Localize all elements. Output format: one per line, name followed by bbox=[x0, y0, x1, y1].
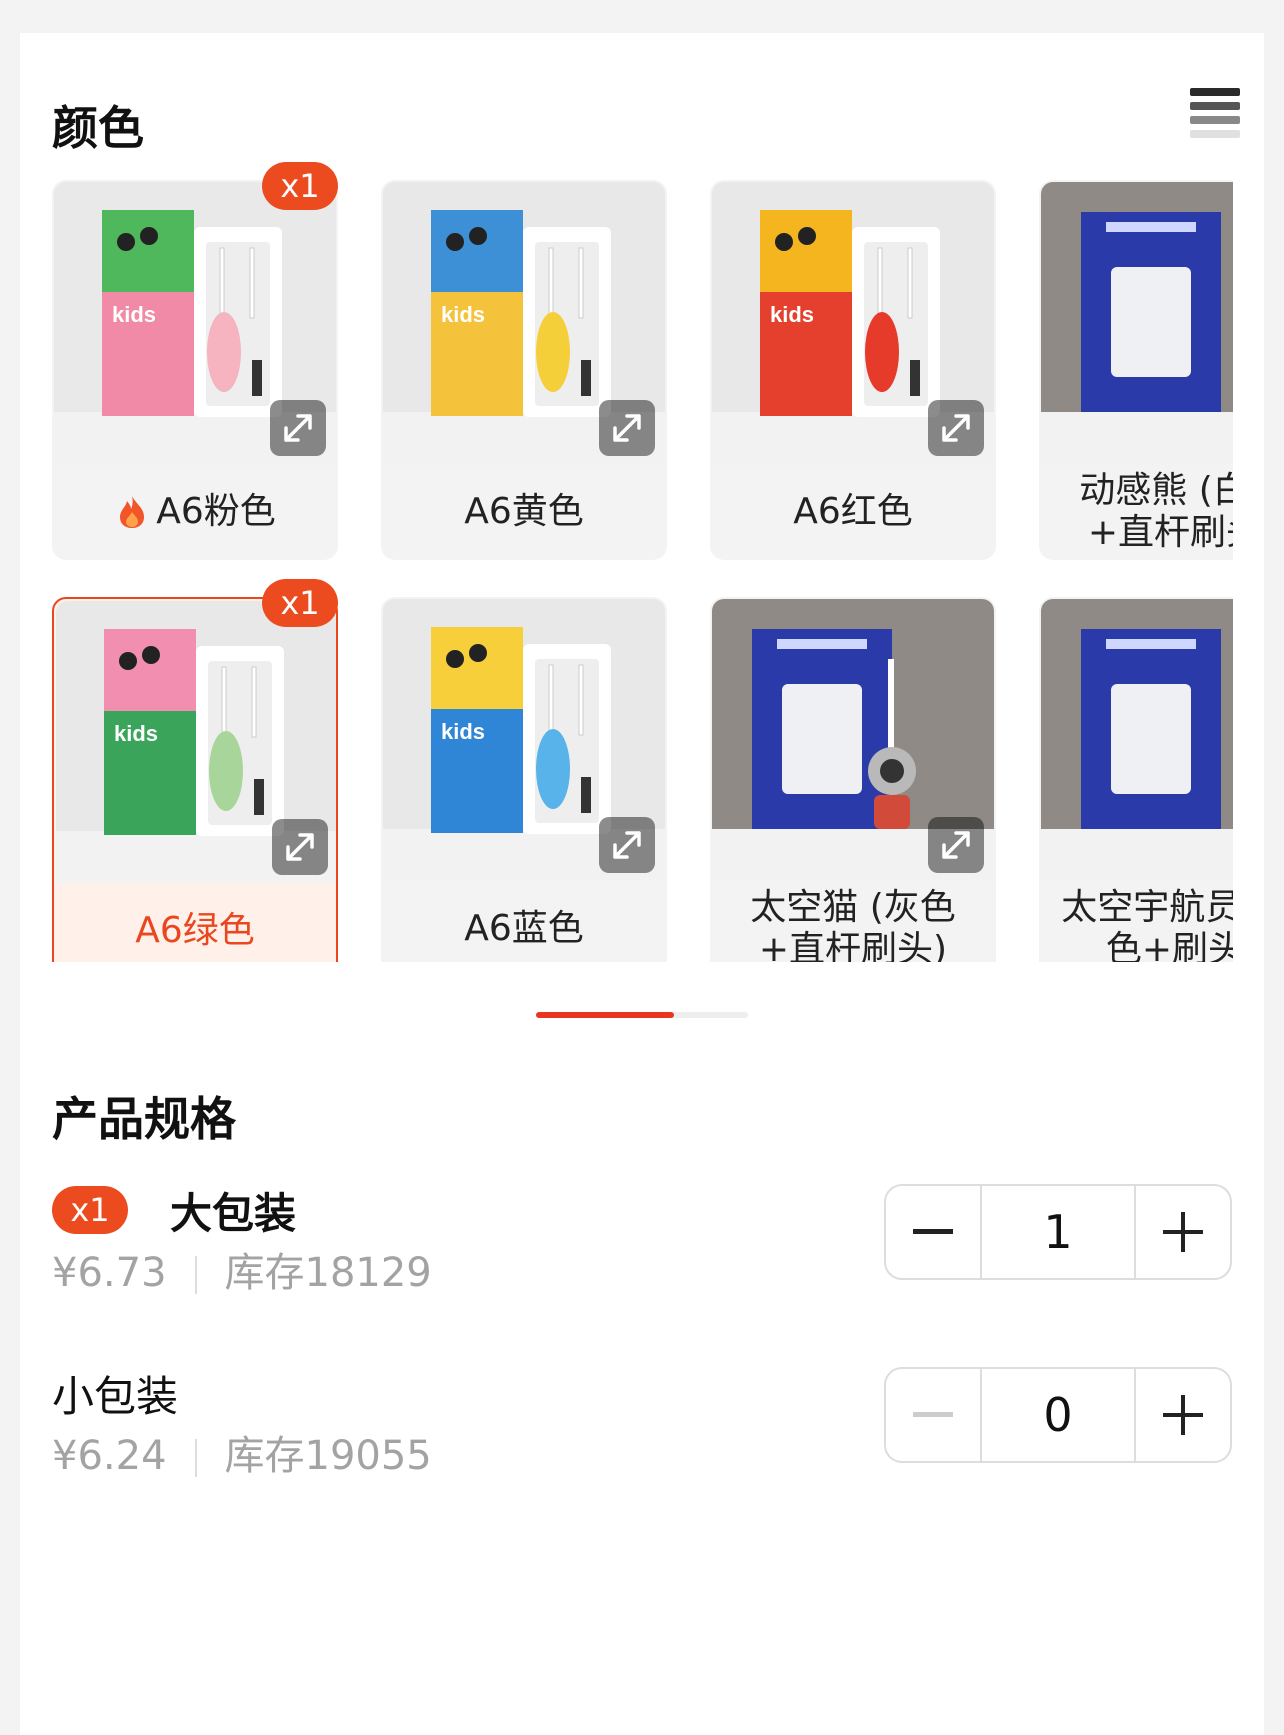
minus-icon bbox=[913, 1229, 953, 1234]
spec-stock: 库存19055 bbox=[224, 1433, 432, 1479]
product-thumbnail[interactable] bbox=[1041, 182, 1233, 464]
spec-stock: 库存18129 bbox=[224, 1250, 432, 1296]
color-option-label: A6绿色 bbox=[54, 883, 336, 962]
color-option-label: 太空猫 (灰色+直杆刷头) bbox=[710, 881, 996, 962]
decrease-button[interactable] bbox=[886, 1186, 980, 1278]
quantity-value[interactable]: 1 bbox=[980, 1186, 1136, 1278]
selected-count-badge: x1 bbox=[262, 162, 338, 210]
color-option-label-text: A6粉色 bbox=[156, 491, 276, 532]
spec-price: ¥6.73 bbox=[52, 1250, 167, 1296]
spec-quantity-badge: x1 bbox=[52, 1186, 128, 1234]
plus-icon bbox=[1163, 1395, 1203, 1435]
color-option-label: A6黄色 bbox=[381, 464, 667, 560]
decrease-button[interactable] bbox=[886, 1369, 980, 1461]
svg-text:kids: kids bbox=[441, 302, 485, 327]
product-image bbox=[1041, 599, 1233, 881]
product-thumbnail[interactable]: kids bbox=[383, 599, 665, 881]
color-option-label-text: A6红色 bbox=[793, 491, 913, 532]
plus-icon bbox=[1163, 1212, 1203, 1252]
expand-icon[interactable] bbox=[928, 817, 984, 873]
grid-scroll-indicator bbox=[536, 1012, 748, 1018]
spec-meta: ¥6.24 库存19055 bbox=[52, 1423, 432, 1481]
svg-text:kids: kids bbox=[770, 302, 814, 327]
color-option-grid[interactable]: kids A6粉色 x1 kids A6黄色 kids A6红色 动感熊 (白色+直杆刷头) k… bbox=[52, 162, 1233, 962]
color-option-card[interactable]: 太空宇航员 (白色+刷头) bbox=[1039, 597, 1233, 962]
color-option-card[interactable]: kids A6绿色 bbox=[52, 597, 338, 962]
color-option-label-text: 太空猫 (灰色+直杆刷头) bbox=[750, 887, 956, 962]
color-option-label-text: A6绿色 bbox=[135, 910, 255, 951]
expand-icon[interactable] bbox=[928, 400, 984, 456]
svg-text:kids: kids bbox=[114, 721, 158, 746]
color-section-title: 颜色 bbox=[52, 101, 144, 155]
expand-icon[interactable] bbox=[599, 400, 655, 456]
product-thumbnail[interactable]: kids bbox=[383, 182, 665, 464]
color-option-label: 动感熊 (白色+直杆刷头) bbox=[1039, 464, 1233, 560]
product-thumbnail[interactable]: kids bbox=[712, 182, 994, 464]
spec-section-title: 产品规格 bbox=[52, 1092, 236, 1146]
grid-scroll-indicator-fill bbox=[536, 1012, 674, 1018]
color-option-card[interactable]: kids A6粉色 bbox=[52, 180, 338, 560]
hot-fire-icon bbox=[114, 494, 150, 530]
selected-count-badge: x1 bbox=[262, 579, 338, 627]
color-option-label-text: A6黄色 bbox=[464, 491, 584, 532]
grid-view-toggle-icon[interactable] bbox=[1190, 88, 1240, 140]
svg-text:kids: kids bbox=[112, 302, 156, 327]
spec-row-small-pack: 小包装 ¥6.24 库存19055 0 bbox=[52, 1363, 1232, 1483]
spec-meta: ¥6.73 库存18129 bbox=[52, 1240, 432, 1298]
spec-name: 小包装 bbox=[52, 1372, 179, 1421]
product-thumbnail[interactable] bbox=[1041, 599, 1233, 881]
color-option-label: A6红色 bbox=[710, 464, 996, 560]
spec-price: ¥6.24 bbox=[52, 1433, 167, 1479]
quantity-value[interactable]: 0 bbox=[980, 1369, 1136, 1461]
minus-icon bbox=[913, 1412, 953, 1417]
color-option-card[interactable]: 太空猫 (灰色+直杆刷头) bbox=[710, 597, 996, 962]
color-option-card[interactable]: 动感熊 (白色+直杆刷头) bbox=[1039, 180, 1233, 560]
color-option-label: A6粉色 bbox=[52, 464, 338, 560]
color-option-card[interactable]: kids A6红色 bbox=[710, 180, 996, 560]
color-option-label-text: A6蓝色 bbox=[464, 908, 584, 949]
divider bbox=[194, 1256, 197, 1294]
quantity-stepper[interactable]: 0 bbox=[884, 1367, 1232, 1463]
svg-text:kids: kids bbox=[441, 719, 485, 744]
product-thumbnail[interactable]: kids bbox=[56, 601, 336, 883]
product-image bbox=[1041, 182, 1233, 464]
expand-icon[interactable] bbox=[599, 817, 655, 873]
color-option-label-text: 太空宇航员 (白色+刷头) bbox=[1061, 887, 1233, 962]
color-option-card[interactable]: kids A6黄色 bbox=[381, 180, 667, 560]
spec-row-large-pack: x1 大包装 ¥6.73 库存18129 1 bbox=[52, 1180, 1232, 1300]
increase-button[interactable] bbox=[1136, 1369, 1230, 1461]
quantity-stepper[interactable]: 1 bbox=[884, 1184, 1232, 1280]
color-option-label: 太空宇航员 (白色+刷头) bbox=[1039, 881, 1233, 962]
color-option-label-text: 动感熊 (白色+直杆刷头) bbox=[1079, 470, 1233, 553]
product-thumbnail[interactable]: kids bbox=[54, 182, 336, 464]
product-thumbnail[interactable] bbox=[712, 599, 994, 881]
expand-icon[interactable] bbox=[272, 819, 328, 875]
expand-icon[interactable] bbox=[270, 400, 326, 456]
spec-name: 大包装 bbox=[170, 1189, 297, 1238]
divider bbox=[194, 1439, 197, 1477]
increase-button[interactable] bbox=[1136, 1186, 1230, 1278]
color-option-label: A6蓝色 bbox=[381, 881, 667, 962]
color-option-card[interactable]: kids A6蓝色 bbox=[381, 597, 667, 962]
